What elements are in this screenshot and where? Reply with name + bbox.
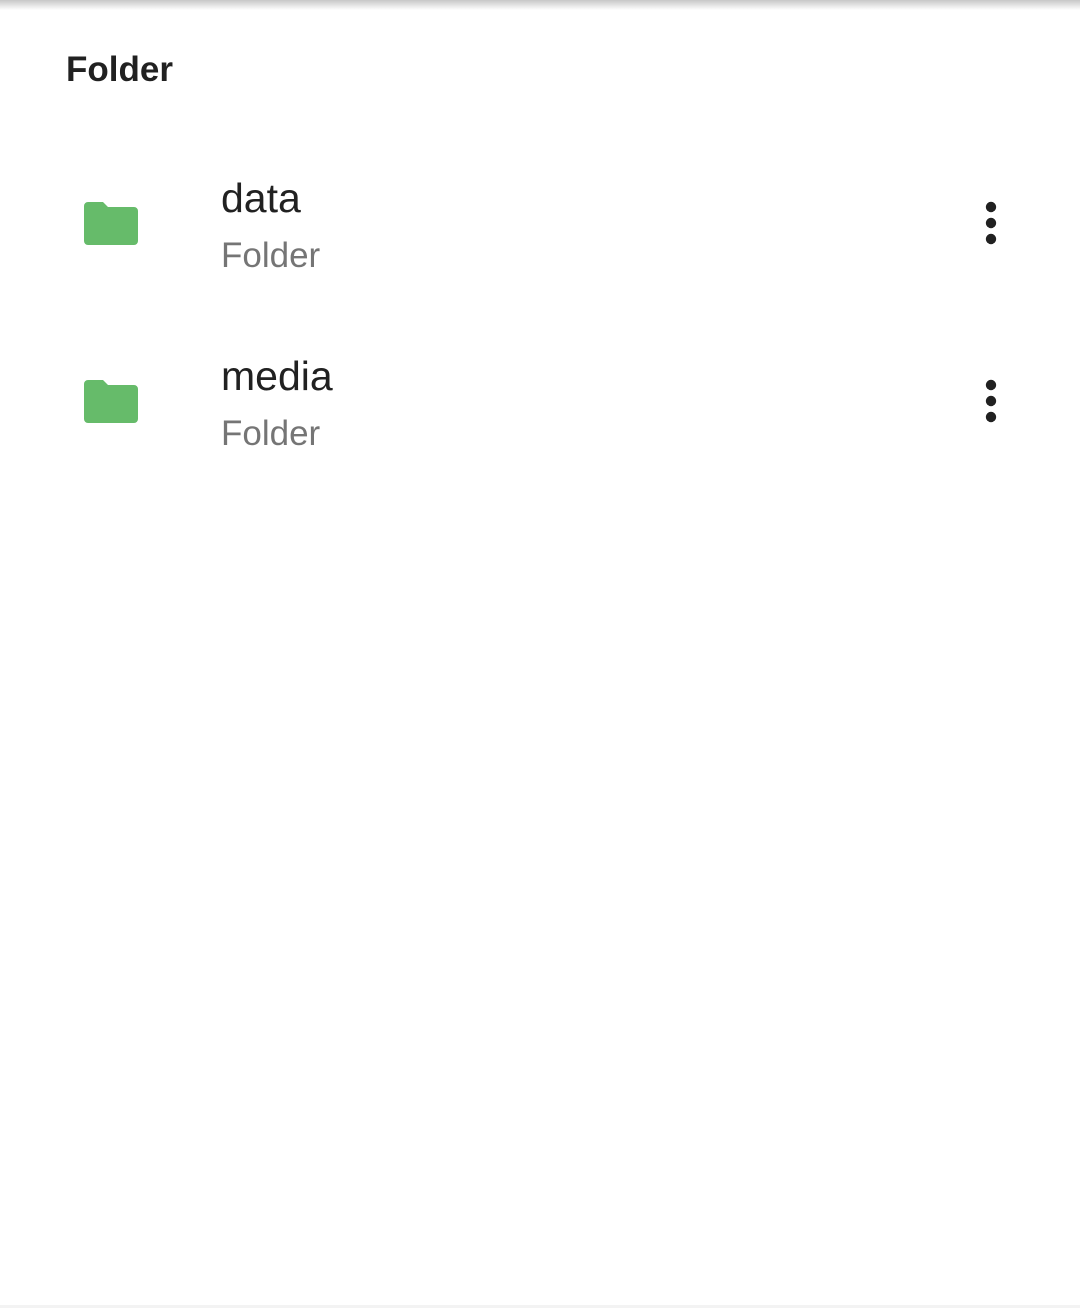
list-item-media[interactable]: media Folder xyxy=(0,314,1080,492)
folder-icon xyxy=(84,202,138,245)
folder-icon xyxy=(84,380,138,423)
item-type: Folder xyxy=(221,236,321,275)
folder-list: data Folder media Folder xyxy=(0,136,1080,492)
more-options-button[interactable] xyxy=(966,373,1016,433)
more-vert-icon xyxy=(985,379,997,428)
list-item-data[interactable]: data Folder xyxy=(0,136,1080,314)
app-bar-shadow xyxy=(0,0,1080,10)
item-name: media xyxy=(221,353,333,399)
section-header: Folder xyxy=(66,50,173,89)
more-options-button[interactable] xyxy=(966,195,1016,255)
more-vert-icon xyxy=(985,201,997,250)
item-type: Folder xyxy=(221,414,321,453)
item-name: data xyxy=(221,175,301,221)
